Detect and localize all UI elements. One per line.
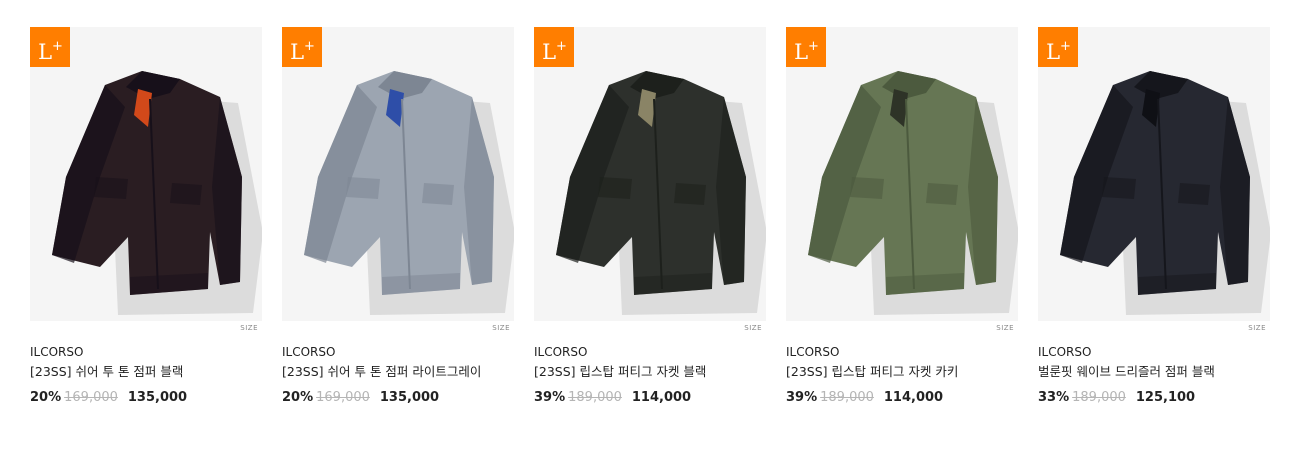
product-image[interactable]: L+ xyxy=(30,27,262,321)
product-image[interactable]: L+ xyxy=(1038,27,1270,321)
product-card[interactable]: L+ SIZE ILCORSO [23SS] 쉬어 투 톤 점퍼 라이트그레이 … xyxy=(282,27,514,406)
price-row: 39% 189,000 114,000 xyxy=(534,390,766,406)
original-price: 189,000 xyxy=(568,390,622,405)
product-image[interactable]: L+ xyxy=(786,27,1018,321)
product-image[interactable]: L+ xyxy=(534,27,766,321)
original-price: 189,000 xyxy=(1072,390,1126,405)
price-row: 39% 189,000 114,000 xyxy=(786,390,1018,406)
product-name[interactable]: [23SS] 립스탑 퍼티그 자켓 블랙 xyxy=(534,363,740,380)
product-grid: L+ SIZE ILCORSO [23SS] 쉬어 투 톤 점퍼 블랙 20% 1… xyxy=(30,27,1270,406)
lplus-badge: L+ xyxy=(1038,27,1078,67)
lplus-badge: L+ xyxy=(30,27,70,67)
original-price: 169,000 xyxy=(64,390,118,405)
brand-name[interactable]: ILCORSO xyxy=(30,345,262,360)
discount-rate: 39% xyxy=(534,390,566,405)
discount-rate: 33% xyxy=(1038,390,1070,405)
sale-price: 135,000 xyxy=(127,390,188,405)
jacket-image xyxy=(304,71,514,315)
product-card[interactable]: L+ SIZE ILCORSO 벌룬핏 웨이브 드리즐러 점퍼 블랙 33% 18… xyxy=(1038,27,1270,406)
price-row: 20% 169,000 135,000 xyxy=(282,390,514,406)
sale-price: 125,100 xyxy=(1135,390,1196,405)
brand-name[interactable]: ILCORSO xyxy=(1038,345,1270,360)
original-price: 189,000 xyxy=(820,390,874,405)
size-label[interactable]: SIZE xyxy=(30,322,262,334)
sale-price: 135,000 xyxy=(379,390,440,405)
price-row: 33% 189,000 125,100 xyxy=(1038,390,1270,406)
product-name[interactable]: 벌룬핏 웨이브 드리즐러 점퍼 블랙 xyxy=(1038,363,1244,380)
jacket-image xyxy=(556,71,766,315)
product-card[interactable]: L+ SIZE ILCORSO [23SS] 쉬어 투 톤 점퍼 블랙 20% 1… xyxy=(30,27,262,406)
sale-price: 114,000 xyxy=(631,390,692,405)
price-row: 20% 169,000 135,000 xyxy=(30,390,262,406)
brand-name[interactable]: ILCORSO xyxy=(786,345,1018,360)
jacket-image xyxy=(808,71,1018,315)
lplus-badge: L+ xyxy=(282,27,322,67)
discount-rate: 20% xyxy=(282,390,314,405)
discount-rate: 20% xyxy=(30,390,62,405)
size-label[interactable]: SIZE xyxy=(534,322,766,334)
product-name[interactable]: [23SS] 쉬어 투 톤 점퍼 블랙 xyxy=(30,363,236,380)
brand-name[interactable]: ILCORSO xyxy=(282,345,514,360)
sale-price: 114,000 xyxy=(883,390,944,405)
size-label[interactable]: SIZE xyxy=(282,322,514,334)
size-label[interactable]: SIZE xyxy=(1038,322,1270,334)
product-card[interactable]: L+ SIZE ILCORSO [23SS] 립스탑 퍼티그 자켓 카키 39%… xyxy=(786,27,1018,406)
product-name[interactable]: [23SS] 쉬어 투 톤 점퍼 라이트그레이 xyxy=(282,363,488,380)
discount-rate: 39% xyxy=(786,390,818,405)
lplus-badge: L+ xyxy=(786,27,826,67)
product-name[interactable]: [23SS] 립스탑 퍼티그 자켓 카키 xyxy=(786,363,992,380)
product-card[interactable]: L+ SIZE ILCORSO [23SS] 립스탑 퍼티그 자켓 블랙 39%… xyxy=(534,27,766,406)
jacket-image xyxy=(52,71,262,315)
original-price: 169,000 xyxy=(316,390,370,405)
brand-name[interactable]: ILCORSO xyxy=(534,345,766,360)
lplus-badge: L+ xyxy=(534,27,574,67)
size-label[interactable]: SIZE xyxy=(786,322,1018,334)
jacket-image xyxy=(1060,71,1270,315)
product-image[interactable]: L+ xyxy=(282,27,514,321)
